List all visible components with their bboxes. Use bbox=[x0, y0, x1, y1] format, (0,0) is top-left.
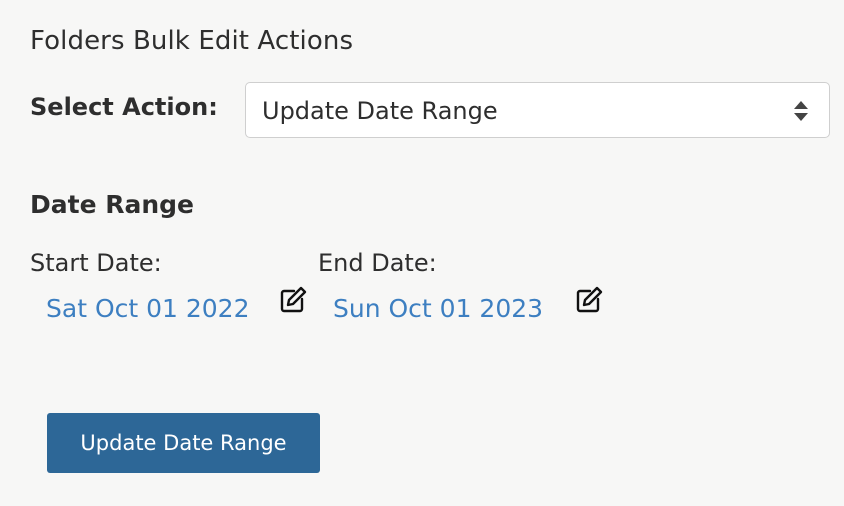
start-date-label: Start Date: bbox=[30, 249, 162, 277]
end-date-label: End Date: bbox=[318, 249, 437, 277]
select-action-label: Select Action: bbox=[30, 93, 218, 121]
panel-title: Folders Bulk Edit Actions bbox=[30, 26, 354, 56]
action-select-value: Update Date Range bbox=[262, 97, 498, 125]
edit-start-date-icon[interactable] bbox=[278, 285, 308, 315]
update-date-range-button[interactable]: Update Date Range bbox=[47, 413, 320, 473]
select-arrows-icon bbox=[794, 101, 808, 121]
date-range-title: Date Range bbox=[30, 190, 195, 219]
end-date-link[interactable]: Sun Oct 01 2023 bbox=[333, 294, 543, 323]
start-date-link[interactable]: Sat Oct 01 2022 bbox=[46, 294, 250, 323]
edit-end-date-icon[interactable] bbox=[574, 285, 604, 315]
action-select[interactable]: Update Date Range bbox=[245, 82, 830, 138]
